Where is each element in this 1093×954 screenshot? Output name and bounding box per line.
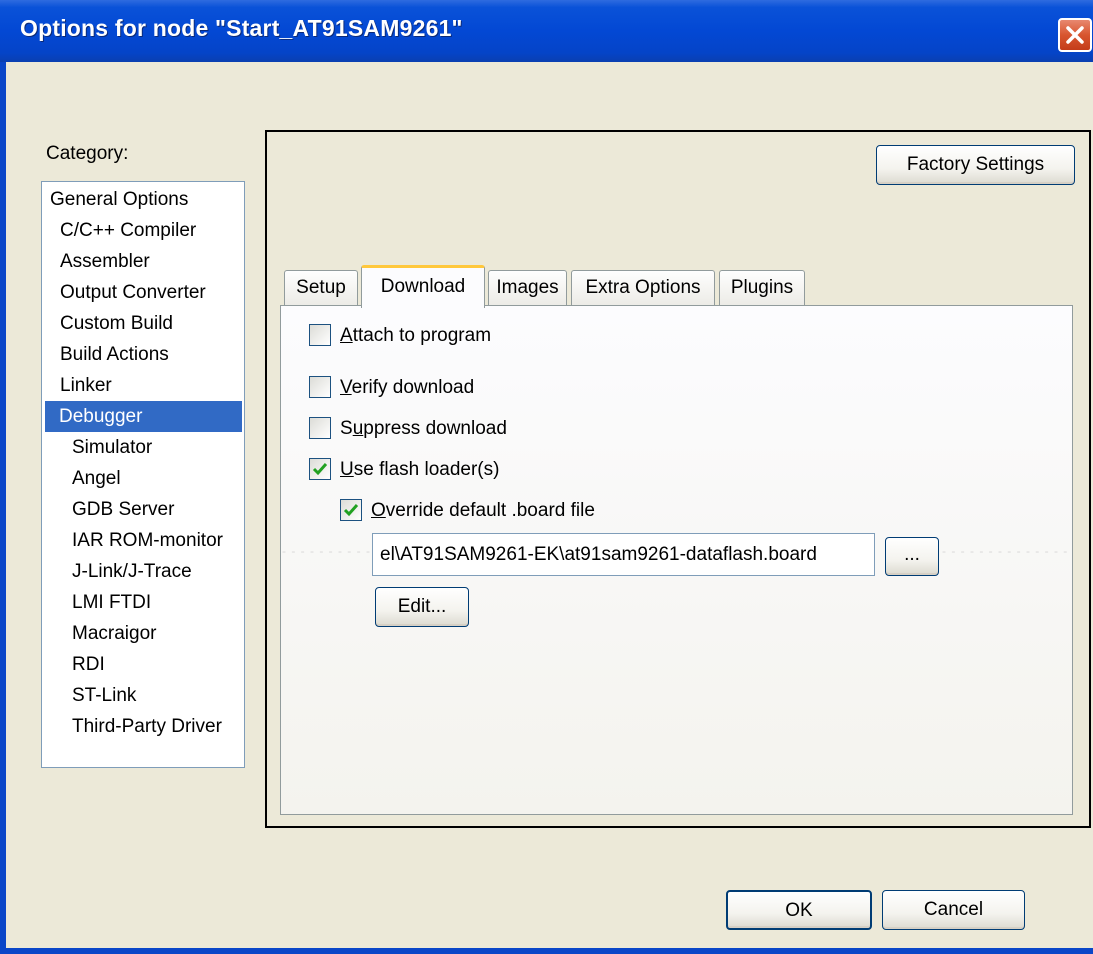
tab-download[interactable]: Download xyxy=(361,265,485,308)
checkbox-box[interactable] xyxy=(309,458,331,480)
category-item-c-cpp-compiler[interactable]: C/C++ Compiler xyxy=(56,215,200,246)
close-icon xyxy=(1066,26,1084,44)
window-border-left xyxy=(0,62,6,954)
checkmark-icon xyxy=(312,463,328,476)
divider: - - - - - - - - - - - xyxy=(282,544,370,558)
options-dialog: Options for node "Start_AT91SAM9261" Cat… xyxy=(0,0,1093,954)
category-item-st-link[interactable]: ST-Link xyxy=(68,680,140,711)
category-item-macraigor[interactable]: Macraigor xyxy=(68,618,160,649)
category-item-iar-rom-monitor[interactable]: IAR ROM-monitor xyxy=(68,525,227,556)
board-file-path-input[interactable]: el\AT91SAM9261-EK\at91sam9261-dataflash.… xyxy=(372,533,875,576)
window-border-bottom xyxy=(0,948,1093,954)
category-item-assembler[interactable]: Assembler xyxy=(56,246,154,277)
category-item-general-options[interactable]: General Options xyxy=(46,184,192,215)
checkmark-icon xyxy=(343,504,359,517)
tab-setup[interactable]: Setup xyxy=(284,270,358,306)
category-item-linker[interactable]: Linker xyxy=(56,370,116,401)
category-label: Category: xyxy=(46,143,129,164)
category-item-rdi[interactable]: RDI xyxy=(68,649,109,680)
category-item-custom-build[interactable]: Custom Build xyxy=(56,308,177,339)
ok-button[interactable]: OK xyxy=(726,890,872,930)
category-item-third-party-driver[interactable]: Third-Party Driver xyxy=(68,711,226,742)
override-board-file-label: Override default .board file xyxy=(371,500,595,521)
checkbox-box[interactable] xyxy=(309,376,331,398)
category-list[interactable]: General Options C/C++ Compiler Assembler… xyxy=(41,181,245,768)
checkbox-box[interactable] xyxy=(309,417,331,439)
category-item-debugger[interactable]: Debugger xyxy=(45,401,242,432)
divider: - - - - - - - - - - - - - - - xyxy=(942,544,1070,558)
factory-settings-button[interactable]: Factory Settings xyxy=(876,145,1075,185)
browse-button[interactable]: ... xyxy=(885,537,939,576)
category-item-build-actions[interactable]: Build Actions xyxy=(56,339,173,370)
use-flash-loader-label: Use flash loader(s) xyxy=(340,459,500,480)
verify-download-label: Verify download xyxy=(340,377,475,398)
tab-extra-options[interactable]: Extra Options xyxy=(571,270,715,306)
category-item-output-converter[interactable]: Output Converter xyxy=(56,277,210,308)
edit-board-file-button[interactable]: Edit... xyxy=(375,587,469,627)
suppress-download-label: Suppress download xyxy=(340,418,507,439)
window-title: Options for node "Start_AT91SAM9261" xyxy=(20,15,463,41)
tab-images[interactable]: Images xyxy=(488,270,567,306)
close-button[interactable] xyxy=(1058,18,1092,52)
category-item-simulator[interactable]: Simulator xyxy=(68,432,156,463)
category-item-gdb-server[interactable]: GDB Server xyxy=(68,494,178,525)
category-item-jlink-jtrace[interactable]: J-Link/J-Trace xyxy=(68,556,196,587)
category-item-lmi-ftdi[interactable]: LMI FTDI xyxy=(68,587,155,618)
category-item-angel[interactable]: Angel xyxy=(68,463,125,494)
checkbox-box[interactable] xyxy=(309,324,331,346)
tab-plugins[interactable]: Plugins xyxy=(719,270,805,306)
checkbox-box[interactable] xyxy=(340,499,362,521)
attach-to-program-label: Attach to program xyxy=(340,325,492,346)
cancel-button[interactable]: Cancel xyxy=(882,890,1025,930)
title-bar[interactable]: Options for node "Start_AT91SAM9261" xyxy=(0,0,1093,62)
